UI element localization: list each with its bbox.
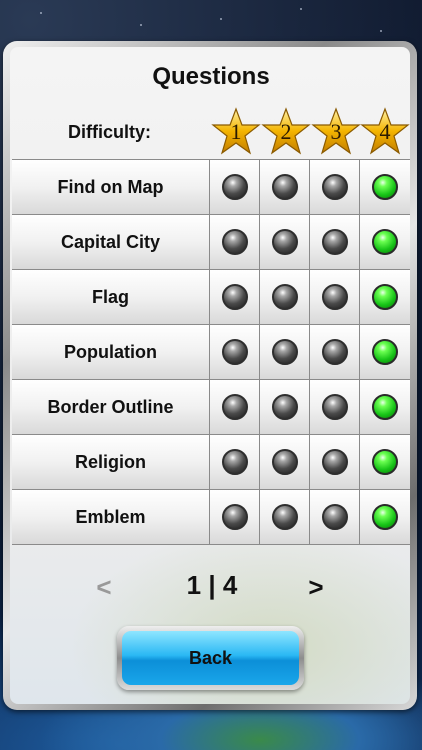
level-3-toggle[interactable] [310, 435, 360, 489]
level-3-toggle[interactable] [310, 160, 360, 214]
level-4-toggle[interactable] [360, 490, 410, 544]
difficulty-star-number: 3 [330, 119, 342, 144]
indicator-light-icon [271, 504, 298, 530]
indicator-light-icon [221, 284, 248, 310]
question-label: Border Outline [12, 380, 210, 434]
level-1-toggle[interactable] [210, 270, 260, 324]
level-1-toggle[interactable] [210, 435, 260, 489]
indicator-light-icon [271, 394, 298, 420]
indicator-light-icon [271, 229, 298, 255]
difficulty-star-2[interactable]: 2 [261, 107, 311, 157]
indicator-light-icon [221, 174, 248, 200]
question-label: Emblem [12, 490, 210, 544]
level-3-toggle[interactable] [310, 215, 360, 269]
level-4-toggle[interactable] [360, 215, 410, 269]
question-row-religion: Religion [12, 434, 410, 489]
level-2-toggle[interactable] [260, 380, 310, 434]
indicator-light-icon [321, 174, 348, 200]
question-label: Capital City [12, 215, 210, 269]
level-1-toggle[interactable] [210, 380, 260, 434]
indicator-light-icon [321, 504, 348, 530]
next-page-button[interactable]: > [304, 572, 328, 603]
level-1-toggle[interactable] [210, 160, 260, 214]
indicator-light-icon [221, 339, 248, 365]
level-2-toggle[interactable] [260, 215, 310, 269]
level-3-toggle[interactable] [310, 270, 360, 324]
indicator-light-icon [221, 394, 248, 420]
star-speck [380, 30, 382, 32]
question-label: Find on Map [12, 160, 210, 214]
question-row-population: Population [12, 324, 410, 379]
star-speck [140, 24, 142, 26]
level-4-toggle[interactable] [360, 270, 410, 324]
question-row-emblem: Emblem [12, 489, 410, 545]
indicator-light-icon [372, 174, 398, 200]
difficulty-star-1[interactable]: 1 [211, 107, 261, 157]
level-2-toggle[interactable] [260, 270, 310, 324]
indicator-light-icon [221, 504, 248, 530]
indicator-light-icon [271, 174, 298, 200]
indicator-light-icon [221, 449, 248, 475]
indicator-light-icon [372, 229, 398, 255]
level-3-toggle[interactable] [310, 380, 360, 434]
indicator-light-icon [321, 229, 348, 255]
page-title: Questions [152, 63, 270, 90]
level-2-toggle[interactable] [260, 435, 310, 489]
level-4-toggle[interactable] [360, 160, 410, 214]
question-label: Flag [12, 270, 210, 324]
level-4-toggle[interactable] [360, 325, 410, 379]
difficulty-label: Difficulty: [68, 122, 151, 142]
level-3-toggle[interactable] [310, 325, 360, 379]
level-1-toggle[interactable] [210, 325, 260, 379]
level-4-toggle[interactable] [360, 435, 410, 489]
level-2-toggle[interactable] [260, 325, 310, 379]
difficulty-star-4[interactable]: 4 [360, 107, 410, 157]
back-button[interactable]: Back [122, 631, 299, 685]
question-label: Religion [12, 435, 210, 489]
indicator-light-icon [321, 339, 348, 365]
indicator-light-icon [372, 394, 398, 420]
question-label: Population [12, 325, 210, 379]
question-row-flag: Flag [12, 269, 410, 324]
star-speck [40, 12, 42, 14]
level-4-toggle[interactable] [360, 380, 410, 434]
question-type-table: Find on Map Capital City Flag Population… [12, 159, 410, 545]
indicator-light-icon [372, 504, 398, 530]
level-1-toggle[interactable] [210, 490, 260, 544]
level-1-toggle[interactable] [210, 215, 260, 269]
indicator-light-icon [372, 339, 398, 365]
level-2-toggle[interactable] [260, 490, 310, 544]
indicator-light-icon [372, 449, 398, 475]
indicator-light-icon [321, 284, 348, 310]
level-3-toggle[interactable] [310, 490, 360, 544]
indicator-light-icon [372, 284, 398, 310]
star-speck [220, 18, 222, 20]
star-speck [300, 8, 302, 10]
indicator-light-icon [321, 394, 348, 420]
difficulty-star-number: 2 [280, 119, 292, 144]
indicator-light-icon [221, 229, 248, 255]
question-row-find-on-map: Find on Map [12, 159, 410, 214]
page-indicator: 1 | 4 [186, 570, 238, 600]
question-row-capital-city: Capital City [12, 214, 410, 269]
difficulty-star-number: 1 [230, 119, 242, 144]
indicator-light-icon [271, 339, 298, 365]
indicator-light-icon [271, 284, 298, 310]
difficulty-star-number: 4 [379, 119, 391, 144]
indicator-light-icon [271, 449, 298, 475]
previous-page-button[interactable]: < [92, 572, 116, 603]
question-row-border-outline: Border Outline [12, 379, 410, 434]
indicator-light-icon [321, 449, 348, 475]
difficulty-star-3[interactable]: 3 [311, 107, 361, 157]
level-2-toggle[interactable] [260, 160, 310, 214]
